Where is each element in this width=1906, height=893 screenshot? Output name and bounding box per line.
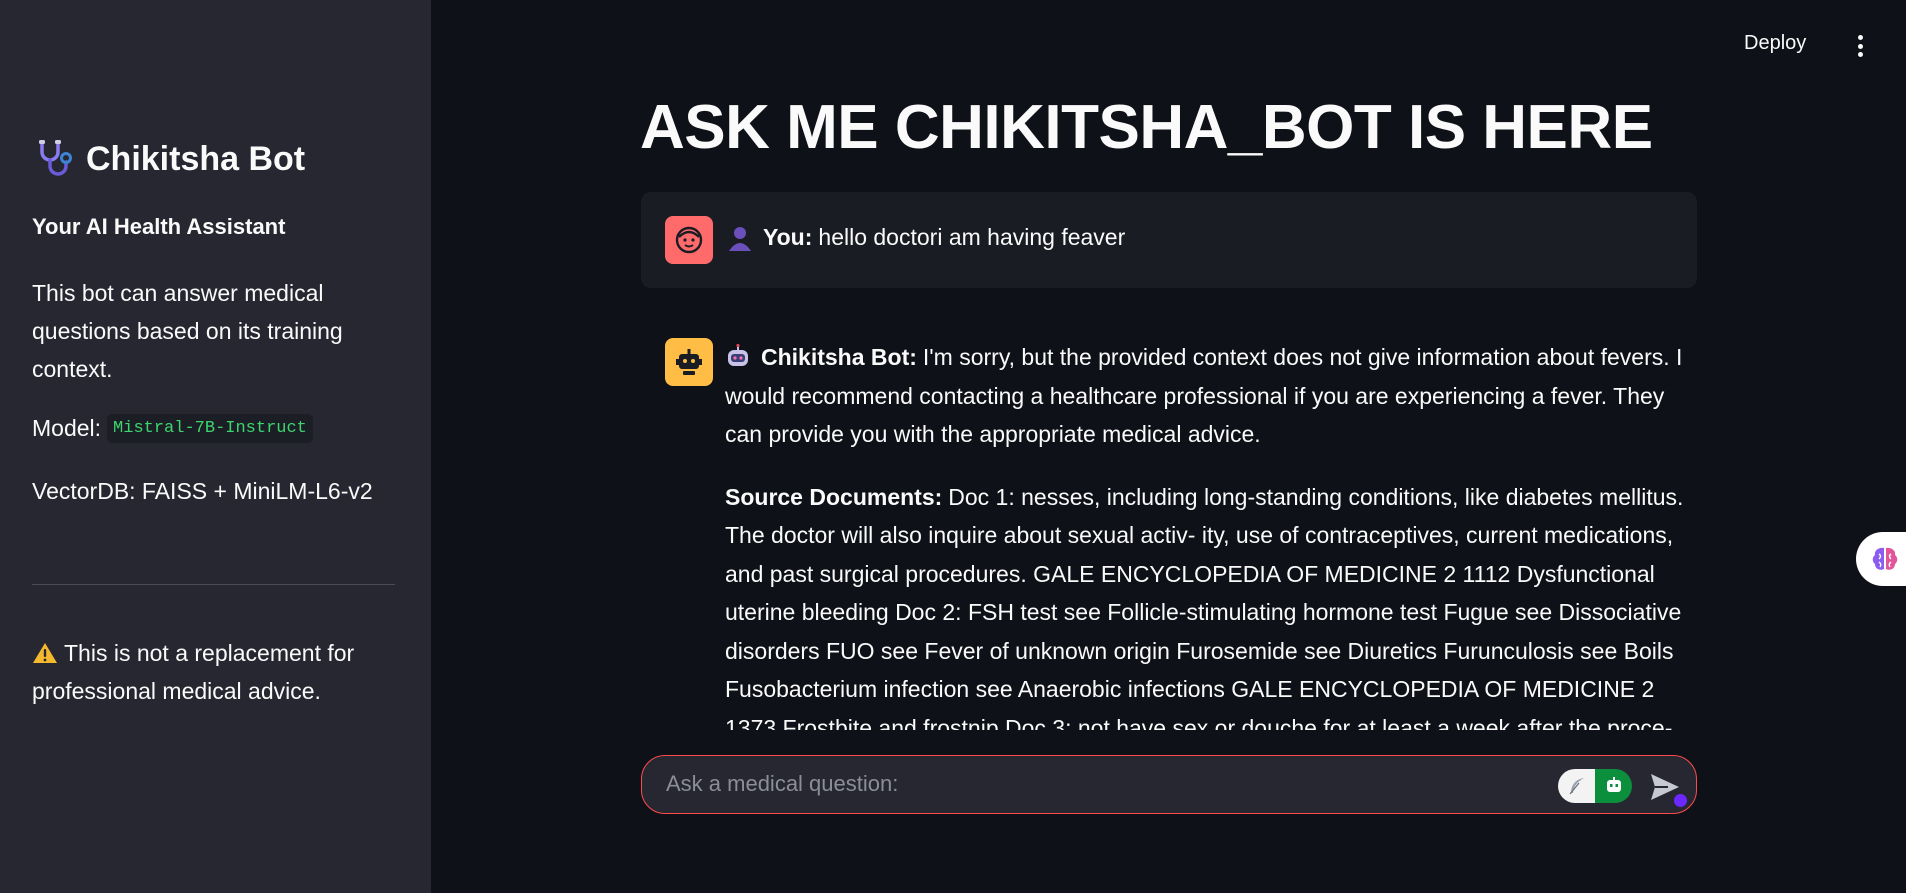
user-message-text: You: hello doctori am having feaver bbox=[727, 224, 1125, 251]
user-face-icon bbox=[665, 216, 713, 264]
disclaimer: This is not a replacement for profession… bbox=[32, 634, 392, 710]
extension-pill bbox=[1558, 769, 1632, 803]
chat-message-user: You: hello doctori am having feaver bbox=[641, 192, 1697, 288]
model-label: Model: bbox=[32, 415, 102, 441]
sidebar-title: Chikitsha Bot bbox=[34, 138, 305, 180]
vectordb-info: VectorDB: FAISS + MiniLM-L6-v2 bbox=[32, 478, 373, 504]
warning-icon bbox=[33, 643, 57, 663]
sources-text: Doc 1: nesses, including long-standing c… bbox=[725, 483, 1684, 731]
kebab-menu-icon[interactable] bbox=[1846, 32, 1874, 60]
chat-input-container bbox=[641, 755, 1697, 814]
model-info: Model: Mistral-7B-Instruct bbox=[32, 414, 313, 443]
sidebar-divider bbox=[32, 584, 395, 585]
sidebar-subtitle: Your AI Health Assistant bbox=[32, 214, 286, 239]
page-title: ASK ME CHIKITSHA_BOT IS HERE bbox=[640, 93, 1653, 162]
brain-extension-icon[interactable] bbox=[1856, 532, 1906, 586]
user-speaker-label: You: bbox=[763, 224, 813, 250]
status-dot bbox=[1674, 794, 1687, 807]
person-silhouette-icon bbox=[729, 226, 751, 251]
sources-label: Source Documents: bbox=[725, 483, 943, 510]
assistant-answer: Chikitsha Bot: I'm sorry, but the provide… bbox=[725, 338, 1687, 454]
source-documents: Source Documents: Doc 1: nesses, includin… bbox=[725, 478, 1687, 731]
sidebar-description: This bot can answer medical questions ba… bbox=[32, 280, 343, 382]
user-message-body: hello doctori am having feaver bbox=[818, 224, 1126, 250]
assistant-speaker-label: Chikitsha Bot: bbox=[761, 344, 917, 370]
bot-extension-icon[interactable] bbox=[1595, 769, 1632, 803]
stethoscope-icon bbox=[39, 140, 72, 176]
model-value: Mistral-7B-Instruct bbox=[107, 414, 313, 443]
robot-emoji-icon bbox=[728, 344, 748, 366]
assistant-message-body: Chikitsha Bot: I'm sorry, but the provide… bbox=[725, 338, 1687, 730]
deploy-button[interactable]: Deploy bbox=[1744, 32, 1806, 55]
sidebar-title-text: Chikitsha Bot bbox=[86, 139, 306, 178]
feather-extension-icon[interactable] bbox=[1558, 769, 1595, 803]
sidebar: Chikitsha Bot Your AI Health Assistant T… bbox=[0, 0, 431, 893]
chat-input[interactable] bbox=[666, 756, 1546, 812]
disclaimer-text: This is not a replacement for profession… bbox=[32, 640, 355, 704]
chat-message-assistant: Chikitsha Bot: I'm sorry, but the provide… bbox=[641, 320, 1697, 730]
robot-icon bbox=[665, 338, 713, 386]
